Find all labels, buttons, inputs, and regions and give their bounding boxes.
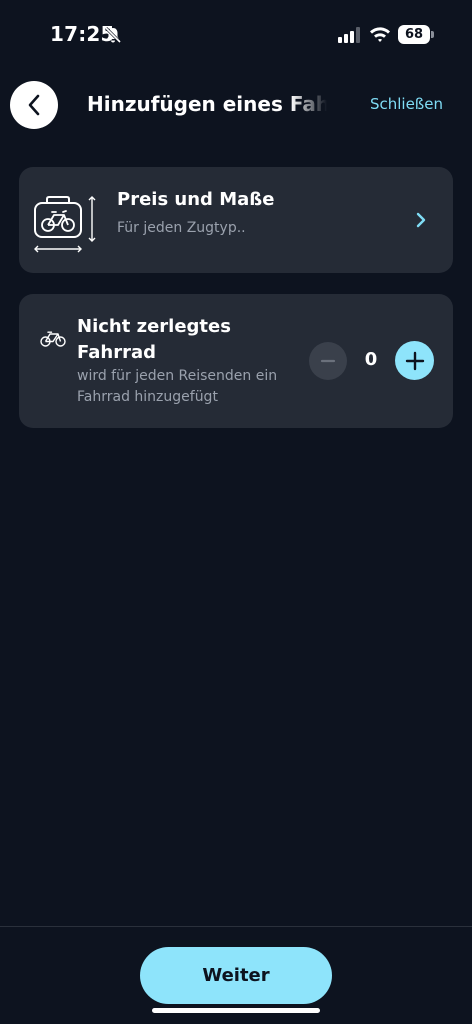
price-and-dimensions-card[interactable]: Preis und Maße Für jeden Zugtyp..: [19, 167, 453, 273]
signal-icon: [338, 27, 360, 43]
bike-box-dimensions-icon: [34, 196, 96, 253]
continue-button[interactable]: Weiter: [140, 947, 332, 1004]
chevron-left-icon: [28, 94, 40, 116]
status-bar: 17:25 68: [0, 0, 472, 70]
close-button[interactable]: Schließen: [370, 95, 443, 113]
wifi-icon: [370, 27, 390, 42]
bell-muted-icon: [104, 26, 122, 44]
chevron-right-icon: [416, 212, 426, 228]
minus-icon: [320, 359, 336, 363]
bike-option-card: Nicht zerlegtes Fahrrad wird für jeden R…: [19, 294, 453, 428]
battery-icon: 68: [398, 25, 436, 45]
footer-divider: [0, 926, 472, 927]
bike-option-subtitle: wird für jeden Reisenden ein Fahrrad hin…: [77, 368, 278, 405]
bike-count: 0: [364, 349, 378, 370]
price-card-subtitle: Für jeden Zugtyp..: [117, 220, 246, 236]
plus-icon: [405, 351, 424, 370]
home-indicator: [152, 1008, 320, 1013]
page-title: Hinzufügen eines Fahrrads: [87, 92, 327, 116]
increase-button[interactable]: [395, 341, 434, 380]
back-button[interactable]: [10, 81, 58, 129]
decrease-button[interactable]: [309, 342, 347, 380]
battery-level: 68: [398, 25, 430, 44]
price-card-title: Preis und Maße: [117, 189, 275, 210]
bike-option-title: Nicht zerlegtes Fahrrad: [77, 316, 231, 363]
battery-tip: [431, 31, 434, 38]
bicycle-icon: [40, 331, 66, 347]
